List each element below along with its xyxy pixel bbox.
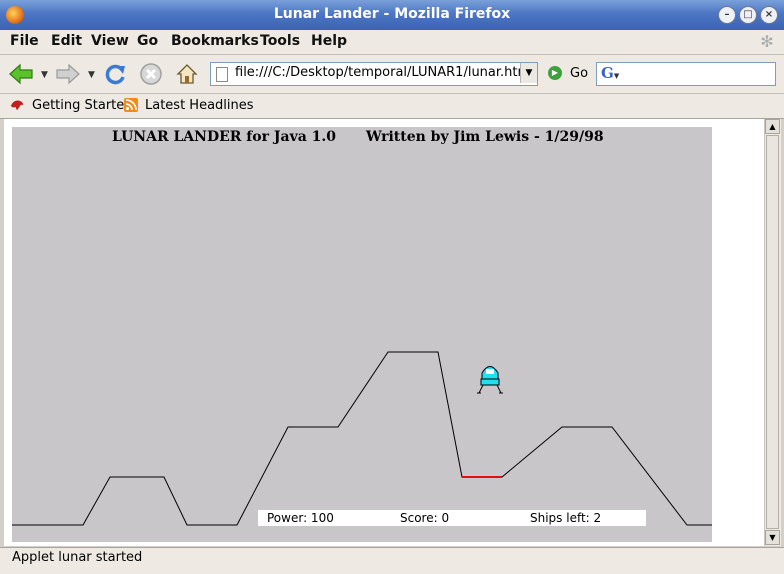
- stop-icon: [140, 63, 162, 85]
- lunar-terrain: [12, 351, 712, 526]
- game-canvas[interactable]: [12, 127, 712, 542]
- url-text: file:///C:/Desktop/temporal/LUNAR1/lunar…: [235, 65, 534, 80]
- forward-icon: [56, 63, 80, 85]
- menu-tools[interactable]: Tools: [260, 33, 300, 49]
- lunar-lander-ship: [477, 366, 503, 394]
- menu-view[interactable]: View: [91, 33, 129, 49]
- bookmark-getting-started[interactable]: Getting Started: [32, 98, 133, 113]
- google-icon[interactable]: G▼: [601, 64, 619, 82]
- go-icon[interactable]: ▶: [548, 66, 562, 80]
- score-readout: Score: 0: [400, 511, 450, 525]
- minimize-button[interactable]: –: [718, 6, 736, 24]
- maximize-button[interactable]: □: [739, 6, 757, 24]
- lunar-lander-applet[interactable]: LUNAR LANDER for Java 1.0 Written by Jim…: [12, 127, 712, 542]
- page-icon: [216, 67, 228, 82]
- throbber-icon: ✻: [760, 32, 774, 51]
- rss-icon: [124, 98, 138, 112]
- back-button[interactable]: [8, 61, 34, 87]
- bookmark-latest-headlines[interactable]: Latest Headlines: [145, 98, 254, 113]
- scroll-up-button[interactable]: ▲: [765, 119, 780, 134]
- reload-icon: [105, 64, 125, 85]
- scroll-thumb[interactable]: [766, 135, 779, 529]
- reload-button[interactable]: [102, 61, 128, 87]
- stats-panel: Power: 100 Score: 0 Ships left: 2: [258, 510, 646, 526]
- status-bar: Applet lunar started: [0, 547, 784, 574]
- forward-button[interactable]: [55, 61, 81, 87]
- back-icon: [9, 63, 33, 85]
- close-button[interactable]: ×: [760, 6, 778, 24]
- menu-file[interactable]: File: [10, 33, 39, 49]
- menu-bar: File Edit View Go Bookmarks Tools Help: [0, 30, 784, 55]
- ships-left-readout: Ships left: 2: [530, 511, 602, 525]
- back-dropdown-icon[interactable]: ▼: [41, 70, 48, 80]
- window-titlebar: Lunar Lander - Mozilla Firefox – □ ×: [0, 0, 784, 31]
- vertical-scrollbar[interactable]: ▲ ▼: [764, 119, 781, 546]
- menu-go[interactable]: Go: [137, 33, 158, 49]
- go-button[interactable]: Go: [570, 66, 588, 81]
- menu-bookmarks[interactable]: Bookmarks: [171, 33, 259, 49]
- url-input[interactable]: file:///C:/Desktop/temporal/LUNAR1/lunar…: [210, 62, 538, 86]
- power-readout: Power: 100: [267, 511, 334, 525]
- status-message: Applet lunar started: [12, 550, 143, 565]
- scroll-down-button[interactable]: ▼: [765, 530, 780, 545]
- menu-edit[interactable]: Edit: [51, 33, 82, 49]
- menu-help[interactable]: Help: [311, 33, 347, 49]
- home-icon: [176, 64, 198, 84]
- url-history-dropdown[interactable]: ▼: [520, 63, 537, 83]
- forward-dropdown-icon[interactable]: ▼: [88, 70, 95, 80]
- search-input[interactable]: G▼: [596, 62, 776, 86]
- bookmark-icon: [10, 100, 24, 111]
- window-title: Lunar Lander - Mozilla Firefox: [273, 6, 511, 22]
- home-button[interactable]: [174, 61, 200, 87]
- stop-button[interactable]: [138, 61, 164, 87]
